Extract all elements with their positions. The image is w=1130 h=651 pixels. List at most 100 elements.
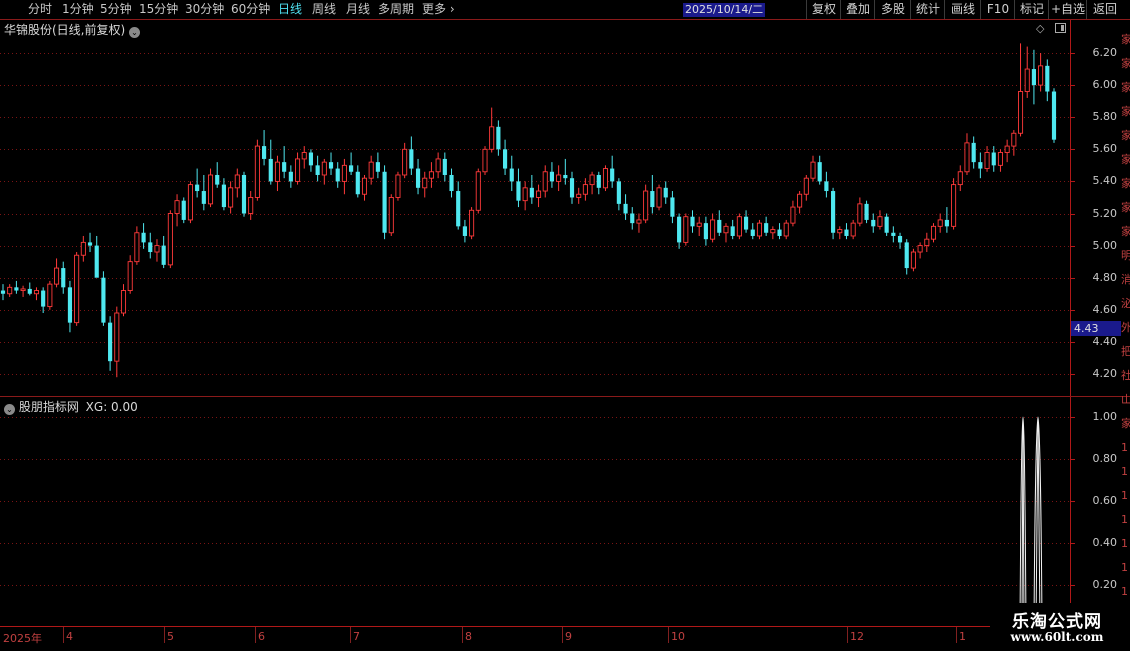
candle-100: [670, 191, 675, 224]
toolbar-button-2[interactable]: 多股: [874, 0, 911, 19]
candle-7: [47, 280, 53, 310]
candle-body: [957, 171, 963, 186]
month-label: 1: [959, 630, 966, 643]
month-label: 8: [465, 630, 472, 643]
candle-body: [770, 229, 776, 234]
indicator-name[interactable]: 股朋指标网: [19, 400, 79, 414]
candle-23: [154, 239, 160, 262]
candle-body: [127, 261, 133, 291]
chevron-down-icon[interactable]: ⌄: [4, 404, 15, 415]
indicator-svg[interactable]: [0, 397, 1070, 625]
candle-19: [127, 255, 133, 294]
candle-body: [167, 213, 173, 266]
candle-body: [368, 161, 374, 179]
toolbar-button-0[interactable]: 复权: [806, 0, 841, 19]
candle-52: [349, 152, 354, 175]
candle-111: [743, 210, 749, 233]
side-strip-glyph: 消: [1121, 273, 1130, 286]
period-tab-8[interactable]: 月线: [346, 1, 370, 18]
candle-134: [897, 232, 903, 249]
candle-body: [207, 174, 214, 205]
indicator-tick-mark: [1071, 417, 1075, 418]
candle-body: [402, 148, 408, 176]
watermark: 乐淘公式网 www.60lt.com: [990, 603, 1130, 650]
candle-body: [295, 158, 301, 182]
candle-157: [1051, 88, 1057, 143]
candle-68: [456, 181, 461, 230]
candle-body: [134, 232, 140, 263]
month-label: 9: [565, 630, 572, 643]
candle-41: [274, 155, 280, 192]
period-tab-5[interactable]: 60分钟: [231, 1, 270, 18]
candle-body: [114, 312, 120, 362]
chevron-down-icon[interactable]: ⌄: [129, 27, 141, 38]
watermark-url: www.60lt.com: [1010, 630, 1104, 644]
toolbar-button-5[interactable]: F10: [980, 0, 1015, 19]
month-label: 12: [850, 630, 864, 643]
candle-51: [341, 158, 347, 195]
candle-18: [120, 284, 127, 317]
candle-80: [536, 184, 542, 208]
candle-84: [563, 158, 568, 185]
candle-132: [884, 213, 889, 236]
candle-126: [844, 223, 849, 240]
period-tab-4[interactable]: 30分钟: [185, 1, 224, 18]
month-label: 5: [167, 630, 174, 643]
side-strip-glyph: 家: [1121, 417, 1130, 430]
candle-body: [221, 184, 226, 208]
candlestick-svg[interactable]: [0, 20, 1070, 396]
toolbar-button-8[interactable]: 返回: [1086, 0, 1123, 19]
candle-152: [1018, 43, 1024, 137]
watermark-title: 乐淘公式网: [1012, 612, 1102, 632]
toolbar-button-4[interactable]: 画线: [944, 0, 981, 19]
candle-14: [94, 235, 99, 278]
period-tab-7[interactable]: 周线: [312, 1, 336, 18]
period-tab-2[interactable]: 5分钟: [100, 1, 132, 18]
price-tick-label: 4.20: [1092, 367, 1118, 380]
candlestick-chart[interactable]: [0, 20, 1070, 396]
candle-39: [262, 130, 267, 166]
candle-59: [395, 171, 401, 201]
side-strip-glyph: 家: [1121, 81, 1130, 94]
candle-144: [964, 133, 970, 175]
candle-body: [930, 225, 937, 240]
candle-body: [750, 229, 755, 236]
price-tick-mark: [1071, 213, 1075, 215]
candle-body: [74, 254, 80, 324]
candle-body: [1004, 145, 1010, 153]
candle-112: [750, 223, 755, 240]
period-tab-3[interactable]: 15分钟: [139, 1, 178, 18]
period-tab-0[interactable]: 分时: [28, 1, 52, 18]
candle-body: [1011, 132, 1017, 147]
side-strip-glyph: 家: [1121, 201, 1130, 214]
side-strip-glyph: 家: [1121, 225, 1130, 238]
candle-body: [415, 168, 421, 188]
indicator-chart[interactable]: [0, 397, 1070, 625]
candle-156: [1045, 59, 1050, 102]
toolbar-button-6[interactable]: 标记: [1014, 0, 1049, 19]
period-tab-9[interactable]: 多周期: [378, 1, 414, 18]
window-toggle-icon[interactable]: [1055, 23, 1066, 33]
candle-115: [770, 226, 776, 240]
candle-body: [703, 223, 708, 240]
candle-129: [864, 200, 869, 224]
candle-79: [529, 174, 534, 204]
candle-body: [33, 290, 39, 295]
period-tab-6[interactable]: 日线: [278, 1, 302, 18]
candle-125: [837, 226, 843, 240]
candle-body: [409, 149, 414, 169]
period-tab-10[interactable]: 更多 ›: [422, 1, 455, 18]
period-tab-1[interactable]: 1分钟: [62, 1, 94, 18]
indicator-title-bar: ⌄ 股朋指标网 XG: 0.00: [4, 398, 138, 415]
toolbar-button-3[interactable]: 统计: [910, 0, 945, 19]
diamond-icon[interactable]: ◇: [1036, 22, 1044, 35]
candle-body: [756, 222, 762, 237]
candle-body: [67, 287, 73, 323]
toolbar-button-7[interactable]: +自选: [1048, 0, 1087, 19]
toolbar-button-1[interactable]: 叠加: [840, 0, 875, 19]
candle-body: [234, 174, 240, 189]
candle-27: [181, 197, 186, 224]
price-tick-label: 6.00: [1092, 78, 1118, 92]
candle-body: [382, 171, 387, 233]
candle-58: [388, 194, 394, 236]
